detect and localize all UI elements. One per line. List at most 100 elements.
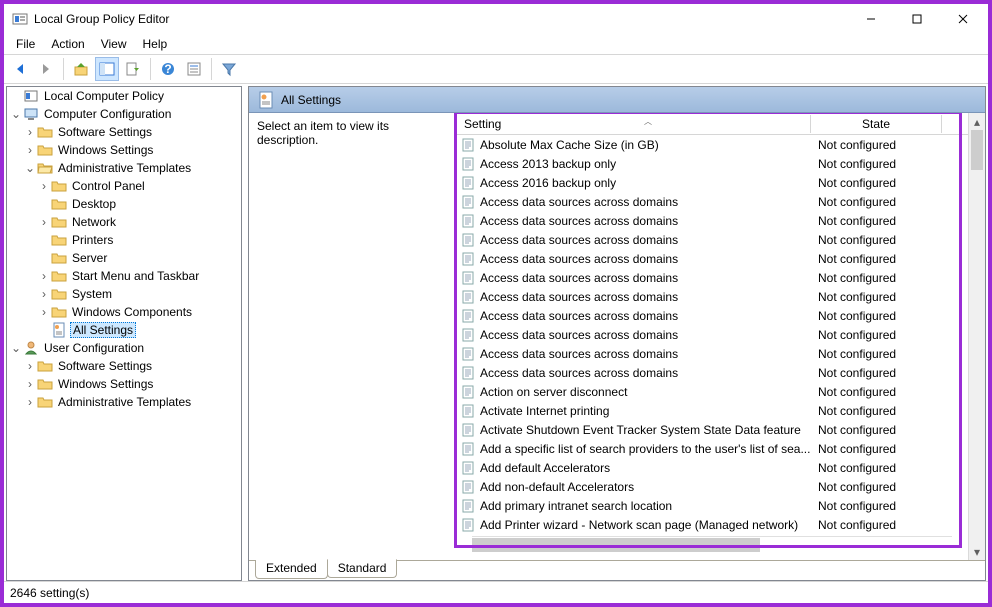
vertical-scrollbar[interactable]: ▴ ▾ xyxy=(968,113,985,560)
menu-help[interactable]: Help xyxy=(135,35,176,53)
maximize-button[interactable] xyxy=(894,5,940,33)
list-item[interactable]: Add default AcceleratorsNot configured xyxy=(454,458,968,477)
list-item[interactable]: Activate Shutdown Event Tracker System S… xyxy=(454,420,968,439)
help-button[interactable]: ? xyxy=(156,57,180,81)
setting-name: Access data sources across domains xyxy=(480,328,814,342)
scroll-up-icon[interactable]: ▴ xyxy=(969,113,985,130)
expand-toggle[interactable]: › xyxy=(37,179,51,193)
tree-cc-controlpanel[interactable]: ›Control Panel xyxy=(7,177,241,195)
tree-cc-desktop[interactable]: ›Desktop xyxy=(7,195,241,213)
setting-name: Access data sources across domains xyxy=(480,214,814,228)
tree-cc-server[interactable]: ›Server xyxy=(7,249,241,267)
minimize-button[interactable] xyxy=(848,5,894,33)
filter-button[interactable] xyxy=(217,57,241,81)
expand-toggle[interactable]: ⌄ xyxy=(23,161,37,175)
expand-toggle[interactable]: › xyxy=(37,215,51,229)
folder-icon xyxy=(51,196,67,212)
scrollbar-thumb[interactable] xyxy=(472,538,760,552)
list-item[interactable]: Access 2013 backup onlyNot configured xyxy=(454,154,968,173)
tree-cc-network[interactable]: ›Network xyxy=(7,213,241,231)
list-item[interactable]: Action on server disconnectNot configure… xyxy=(454,382,968,401)
list-item[interactable]: Access data sources across domainsNot co… xyxy=(454,287,968,306)
tree-cc-system[interactable]: ›System xyxy=(7,285,241,303)
list-item[interactable]: Add primary intranet search locationNot … xyxy=(454,496,968,515)
list-item[interactable]: Add non-default AcceleratorsNot configur… xyxy=(454,477,968,496)
tree-user-config[interactable]: ⌄ User Configuration xyxy=(7,339,241,357)
setting-state: Not configured xyxy=(814,366,944,380)
tree-cc-admin[interactable]: ⌄Administrative Templates xyxy=(7,159,241,177)
expand-toggle[interactable]: › xyxy=(37,287,51,301)
tree-uc-software[interactable]: ›Software Settings xyxy=(7,357,241,375)
list-item[interactable]: Access data sources across domainsNot co… xyxy=(454,306,968,325)
tree-root[interactable]: ▸ Local Computer Policy xyxy=(7,87,241,105)
folder-icon xyxy=(51,268,67,284)
list-item[interactable]: Access data sources across domainsNot co… xyxy=(454,363,968,382)
list-item[interactable]: Activate Internet printingNot configured xyxy=(454,401,968,420)
expand-toggle[interactable]: › xyxy=(23,143,37,157)
list-item[interactable]: Access data sources across domainsNot co… xyxy=(454,192,968,211)
policy-item-icon xyxy=(460,156,476,172)
setting-state: Not configured xyxy=(814,252,944,266)
export-list-button[interactable] xyxy=(121,57,145,81)
expand-toggle[interactable]: › xyxy=(23,377,37,391)
splitter[interactable] xyxy=(243,84,247,581)
setting-name: Action on server disconnect xyxy=(480,385,814,399)
tree-uc-windows[interactable]: ›Windows Settings xyxy=(7,375,241,393)
expand-toggle[interactable]: › xyxy=(23,395,37,409)
setting-state: Not configured xyxy=(814,347,944,361)
expand-toggle[interactable]: › xyxy=(23,359,37,373)
policy-item-icon xyxy=(460,498,476,514)
policy-item-icon xyxy=(460,441,476,457)
expand-toggle[interactable]: › xyxy=(37,305,51,319)
expand-toggle[interactable]: › xyxy=(23,125,37,139)
setting-state: Not configured xyxy=(814,423,944,437)
tree-cc-printers[interactable]: ›Printers xyxy=(7,231,241,249)
tree-computer-config[interactable]: ⌄ Computer Configuration xyxy=(7,105,241,123)
policy-item-icon xyxy=(460,365,476,381)
tree-uc-admin[interactable]: ›Administrative Templates xyxy=(7,393,241,411)
list-item[interactable]: Access data sources across domainsNot co… xyxy=(454,268,968,287)
tab-standard[interactable]: Standard xyxy=(327,559,398,578)
column-header-setting[interactable]: Setting xyxy=(460,117,810,131)
list-item[interactable]: Access data sources across domainsNot co… xyxy=(454,211,968,230)
list-item[interactable]: Access data sources across domainsNot co… xyxy=(454,230,968,249)
tree-cc-start[interactable]: ›Start Menu and Taskbar xyxy=(7,267,241,285)
forward-button[interactable] xyxy=(34,57,58,81)
tree-pane[interactable]: ▸ Local Computer Policy ⌄ Computer Confi… xyxy=(6,86,242,581)
list-item[interactable]: Access 2016 backup onlyNot configured xyxy=(454,173,968,192)
setting-state: Not configured xyxy=(814,328,944,342)
setting-state: Not configured xyxy=(814,461,944,475)
menu-view[interactable]: View xyxy=(93,35,135,53)
list-item[interactable]: Add Printer wizard - Network scan page (… xyxy=(454,515,968,534)
status-bar: 2646 setting(s) xyxy=(4,581,988,603)
list-item[interactable]: Access data sources across domainsNot co… xyxy=(454,344,968,363)
list-item[interactable]: Access data sources across domainsNot co… xyxy=(454,249,968,268)
expand-toggle[interactable]: ⌄ xyxy=(9,341,23,355)
menu-file[interactable]: File xyxy=(8,35,43,53)
tree-cc-allsettings[interactable]: ›All Settings xyxy=(7,321,241,339)
back-button[interactable] xyxy=(8,57,32,81)
up-button[interactable] xyxy=(69,57,93,81)
menu-action[interactable]: Action xyxy=(43,35,92,53)
list-item[interactable]: Add a specific list of search providers … xyxy=(454,439,968,458)
properties-button[interactable] xyxy=(182,57,206,81)
horizontal-scrollbar[interactable] xyxy=(472,536,952,552)
close-button[interactable] xyxy=(940,5,986,33)
show-hide-tree-button[interactable] xyxy=(95,57,119,81)
expand-toggle[interactable]: ⌄ xyxy=(9,107,23,121)
policy-icon xyxy=(23,88,39,104)
policy-item-icon xyxy=(460,137,476,153)
list-item[interactable]: Access data sources across domainsNot co… xyxy=(454,325,968,344)
list-rows[interactable]: Absolute Max Cache Size (in GB)Not confi… xyxy=(454,135,968,536)
expand-toggle[interactable]: › xyxy=(37,269,51,283)
tree-cc-software[interactable]: ›Software Settings xyxy=(7,123,241,141)
policy-item-icon xyxy=(460,384,476,400)
scrollbar-thumb[interactable] xyxy=(971,130,983,170)
tree-cc-wincomp[interactable]: ›Windows Components xyxy=(7,303,241,321)
setting-state: Not configured xyxy=(814,214,944,228)
tab-extended[interactable]: Extended xyxy=(255,560,328,579)
scroll-down-icon[interactable]: ▾ xyxy=(969,543,985,560)
column-header-state[interactable]: State xyxy=(811,117,941,131)
list-item[interactable]: Absolute Max Cache Size (in GB)Not confi… xyxy=(454,135,968,154)
tree-cc-windows[interactable]: ›Windows Settings xyxy=(7,141,241,159)
